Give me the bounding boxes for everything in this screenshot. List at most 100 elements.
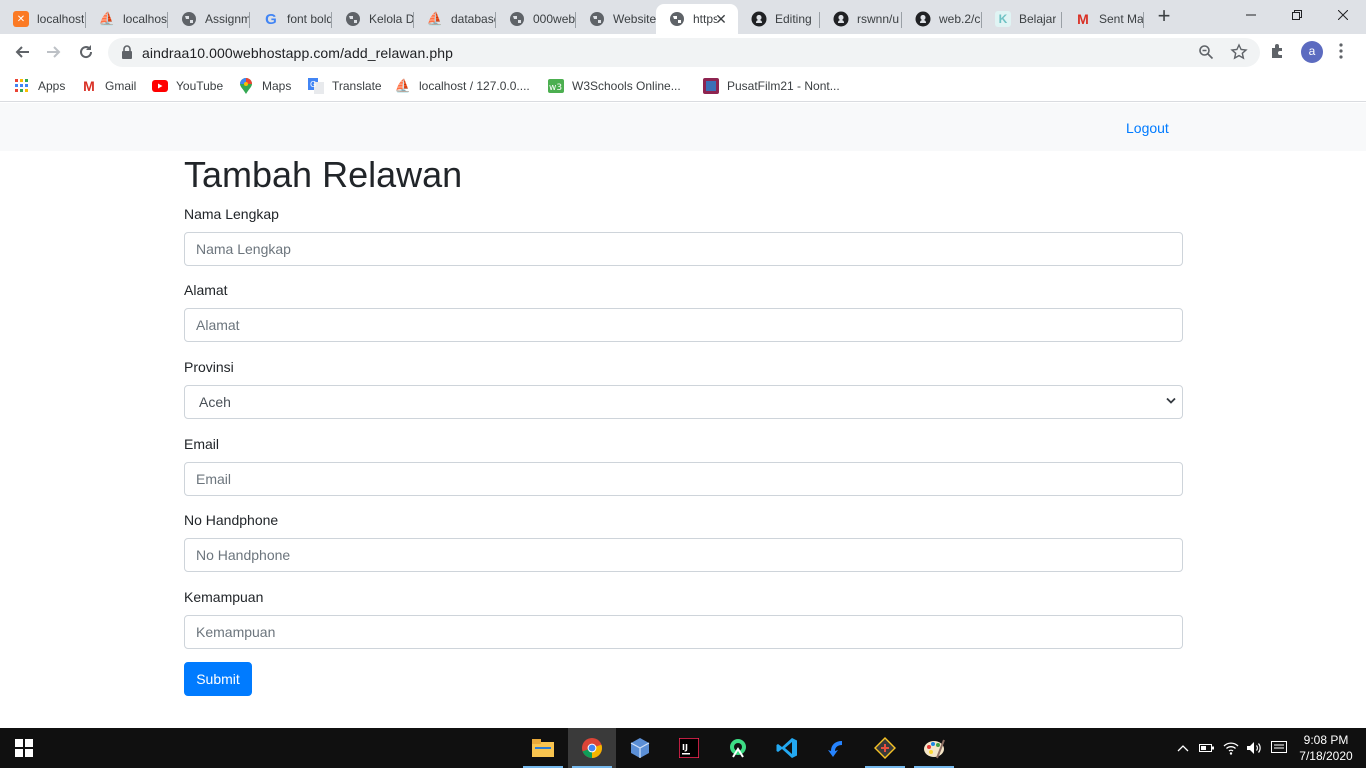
tab-title: Editing [775, 12, 812, 26]
phpmyadmin-icon: ⛵ [394, 78, 412, 93]
more-menu-icon[interactable] [1338, 43, 1344, 59]
email-label: Email [184, 436, 220, 452]
bookmarks-bar: Apps M Gmail YouTube Maps G Translate ⛵ … [0, 71, 1366, 102]
tab-13[interactable]: M Sent Mail [1062, 4, 1144, 34]
clock-date: 7/18/2020 [1299, 749, 1353, 763]
xampp-icon: ✕ [13, 11, 29, 27]
bookmark-star-icon[interactable] [1230, 43, 1248, 61]
provinsi-select[interactable]: Aceh [184, 385, 1183, 419]
tab-title: database [451, 12, 496, 26]
tab-4[interactable]: Kelola D [332, 4, 414, 34]
tab-8-active[interactable]: https ✕ [656, 4, 738, 34]
tab-title: Assignment [205, 12, 250, 26]
tab-strip: ✕ localhost ⛵ localhost Assignment G fon… [0, 0, 1366, 34]
address-bar[interactable]: aindraa10.000webhostapp.com/add_relawan.… [108, 38, 1260, 67]
maps-pin-icon [238, 78, 254, 94]
bookmark-label: localhost / 127.0.0.... [419, 79, 530, 93]
email-input[interactable]: Email [184, 462, 1183, 496]
handphone-input[interactable]: No Handphone [184, 538, 1183, 572]
volume-tray[interactable] [1244, 728, 1264, 768]
bookmark-label: YouTube [176, 79, 224, 93]
profile-avatar[interactable]: a [1301, 41, 1323, 63]
bookmark-localhost[interactable]: ⛵ localhost / 127.0.0.... [395, 76, 530, 96]
tab-2[interactable]: Assignment [168, 4, 250, 34]
github-icon [751, 11, 767, 27]
film-icon [703, 78, 719, 94]
tab-12[interactable]: K Belajar [982, 4, 1062, 34]
alamat-input[interactable]: Alamat [184, 308, 1183, 342]
tab-0[interactable]: ✕ localhost [0, 4, 86, 34]
taskbar-file-explorer[interactable] [519, 728, 567, 768]
tab-6[interactable]: 000webhost [496, 4, 576, 34]
battery-tray[interactable] [1197, 728, 1217, 768]
tab-3[interactable]: G font bold [250, 4, 332, 34]
taskbar-sourcetree[interactable] [812, 728, 860, 768]
windows-taskbar: IJ 9:08 PM 7/18/2020 [0, 728, 1366, 768]
browser-toolbar: aindraa10.000webhostapp.com/add_relawan.… [0, 34, 1366, 71]
logout-link[interactable]: Logout [1126, 120, 1169, 136]
top-navbar: Logout [0, 103, 1366, 151]
tab-9[interactable]: Editing [738, 4, 820, 34]
show-hidden-icons-button[interactable] [1173, 728, 1193, 768]
close-window-button[interactable] [1320, 0, 1366, 30]
new-tab-button[interactable]: + [1151, 5, 1177, 28]
extensions-puzzle-icon[interactable] [1269, 42, 1287, 60]
form-group-kemampuan: Kemampuan Kemampuan [184, 587, 1183, 649]
tab-title: rswnn/u [857, 12, 900, 26]
svg-text:IJ: IJ [682, 743, 688, 752]
submit-button[interactable]: Submit [184, 662, 252, 696]
tab-title: Sent Mail [1099, 12, 1144, 26]
nama-lengkap-input[interactable]: Nama Lengkap [184, 232, 1183, 266]
battery-icon [1199, 744, 1214, 752]
tab-title: 000webhost [533, 12, 576, 26]
taskbar-clock[interactable]: 9:08 PM 7/18/2020 [1298, 732, 1354, 764]
kemampuan-input[interactable]: Kemampuan [184, 615, 1183, 649]
back-button[interactable] [8, 38, 36, 66]
tab-11[interactable]: web.2/c [902, 4, 982, 34]
tab-10[interactable]: rswnn/u [820, 4, 902, 34]
wifi-tray[interactable] [1221, 728, 1241, 768]
tab-7[interactable]: Website [576, 4, 656, 34]
svg-text:G: G [310, 80, 316, 89]
notifications-tray[interactable] [1268, 728, 1290, 768]
taskbar-paint[interactable] [910, 728, 958, 768]
taskbar-virtualbox[interactable] [616, 728, 664, 768]
bookmark-label: Gmail [105, 79, 137, 93]
globe-icon [181, 11, 197, 27]
forward-button[interactable] [40, 38, 68, 66]
gmail-icon: M [1077, 11, 1089, 27]
w3schools-icon: w3 [548, 78, 564, 94]
lock-icon [122, 45, 132, 59]
taskbar-chrome[interactable] [568, 728, 616, 768]
bookmark-apps[interactable]: Apps [14, 76, 65, 96]
taskbar-git-kraken[interactable] [861, 728, 909, 768]
bookmark-gmail[interactable]: M Gmail [81, 76, 136, 96]
action-center-icon [1271, 741, 1287, 753]
kemampuan-label: Kemampuan [184, 589, 264, 605]
zoom-icon[interactable] [1198, 44, 1214, 60]
chrome-icon [582, 738, 602, 758]
close-tab-icon[interactable]: ✕ [713, 11, 729, 27]
bookmark-youtube[interactable]: YouTube [152, 76, 223, 96]
taskbar-vscode[interactable] [763, 728, 811, 768]
bookmark-label: PusatFilm21 - Nont... [727, 79, 840, 93]
minimize-button[interactable] [1228, 0, 1274, 30]
sourcetree-icon [828, 741, 842, 757]
bookmark-pusatfilm[interactable]: PusatFilm21 - Nont... [703, 76, 840, 96]
form-group-nama: Nama Lengkap Nama Lengkap [184, 204, 1183, 266]
bookmark-w3schools[interactable]: w3 W3Schools Online... [548, 76, 681, 96]
bookmark-translate[interactable]: G Translate [308, 76, 382, 96]
reload-button[interactable] [72, 38, 100, 66]
bookmark-maps[interactable]: Maps [238, 76, 291, 96]
apps-grid-icon [14, 78, 30, 94]
speaker-icon [1247, 742, 1261, 754]
provinsi-selected-value: Aceh [199, 394, 231, 410]
android-studio-icon [730, 739, 746, 758]
tab-5[interactable]: ⛵ database [414, 4, 496, 34]
taskbar-intellij[interactable]: IJ [665, 728, 713, 768]
start-button[interactable] [0, 728, 48, 768]
taskbar-android-studio[interactable] [714, 728, 762, 768]
page-title: Tambah Relawan [184, 154, 463, 195]
tab-1[interactable]: ⛵ localhost [86, 4, 168, 34]
restore-button[interactable] [1274, 0, 1320, 30]
